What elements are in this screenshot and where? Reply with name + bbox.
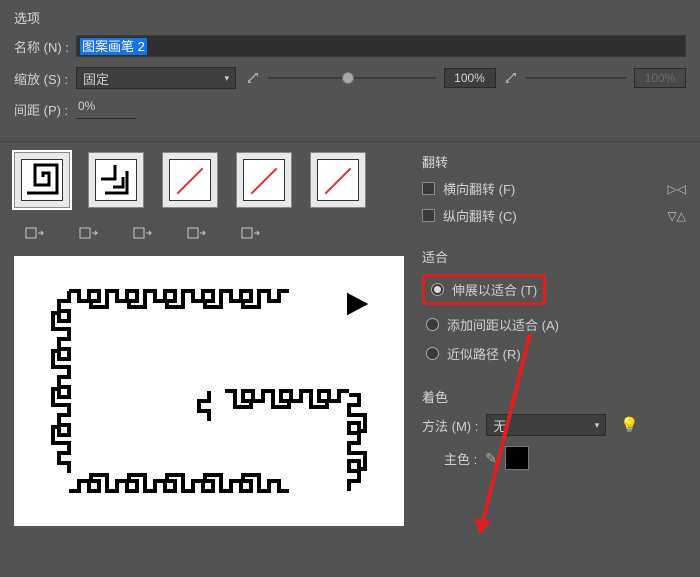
method-label: 方法 (M) : (422, 416, 478, 435)
scale-mode-select[interactable]: 固定▾ (76, 67, 236, 89)
fit-approx-radio[interactable] (426, 347, 439, 360)
colorize-title: 着色 (422, 387, 686, 406)
brush-preview (14, 256, 404, 526)
flip-horizontal-label: 横向翻转 (F) (443, 179, 515, 198)
fit-addspace-radio[interactable] (426, 318, 439, 331)
highlight-annotation: 伸展以适合 (T) (422, 274, 546, 305)
flip-horizontal-checkbox[interactable] (422, 182, 435, 195)
colorize-method-select[interactable]: 无▾ (486, 414, 606, 436)
keycolor-label: 主色 : (444, 449, 477, 468)
fit-approx-label: 近似路径 (R) (447, 344, 521, 363)
keycolor-swatch[interactable] (505, 446, 529, 470)
link-icon-2 (504, 71, 518, 85)
empty-tile-icon (318, 160, 358, 200)
flip-vertical-label: 纵向翻转 (C) (443, 206, 517, 225)
flip-vertical-checkbox[interactable] (422, 209, 435, 222)
eyedropper-icon[interactable]: ✎ (485, 450, 497, 467)
scale-label: 缩放 (S) : (14, 69, 76, 88)
flip-horizontal-icon: ▷◁ (668, 182, 686, 196)
scale-slider-2 (526, 77, 627, 79)
spacing-label: 间距 (P) : (14, 100, 76, 119)
outer-corner-tile[interactable] (88, 152, 144, 208)
end-tile[interactable] (310, 152, 366, 208)
side-tile[interactable] (14, 152, 70, 208)
name-label: 名称 (N) : (14, 37, 76, 56)
tile-row (14, 152, 404, 208)
flip-vertical-icon: ▽△ (668, 209, 686, 223)
start-tile[interactable] (236, 152, 292, 208)
scale-slider[interactable] (268, 77, 436, 79)
greek-key-icon (25, 163, 59, 197)
tile-menu-2[interactable] (76, 222, 102, 244)
scale-percent[interactable]: 100% (444, 68, 496, 88)
fit-stretch-label: 伸展以适合 (T) (452, 280, 537, 299)
tile-menu-1[interactable] (22, 222, 48, 244)
fit-stretch-radio[interactable] (431, 283, 444, 296)
tile-menu-5[interactable] (238, 222, 264, 244)
slider-thumb[interactable] (342, 72, 354, 84)
tile-menu-3[interactable] (130, 222, 156, 244)
fit-addspace-label: 添加间距以适合 (A) (447, 315, 559, 334)
empty-tile-icon (170, 160, 210, 200)
inner-corner-tile[interactable] (162, 152, 218, 208)
scale-percent-2: 100% (634, 68, 686, 88)
options-title: 选项 (14, 8, 686, 27)
tile-menu-4[interactable] (184, 222, 210, 244)
fit-title: 适合 (422, 247, 686, 266)
greek-key-corner-icon (99, 163, 133, 197)
name-input[interactable]: 图案画笔 2 (76, 35, 686, 57)
empty-tile-icon (244, 160, 284, 200)
tips-icon[interactable]: 💡 (620, 416, 639, 434)
flip-title: 翻转 (422, 152, 686, 171)
spacing-input[interactable]: 0% (76, 99, 136, 119)
link-icon (246, 71, 260, 85)
